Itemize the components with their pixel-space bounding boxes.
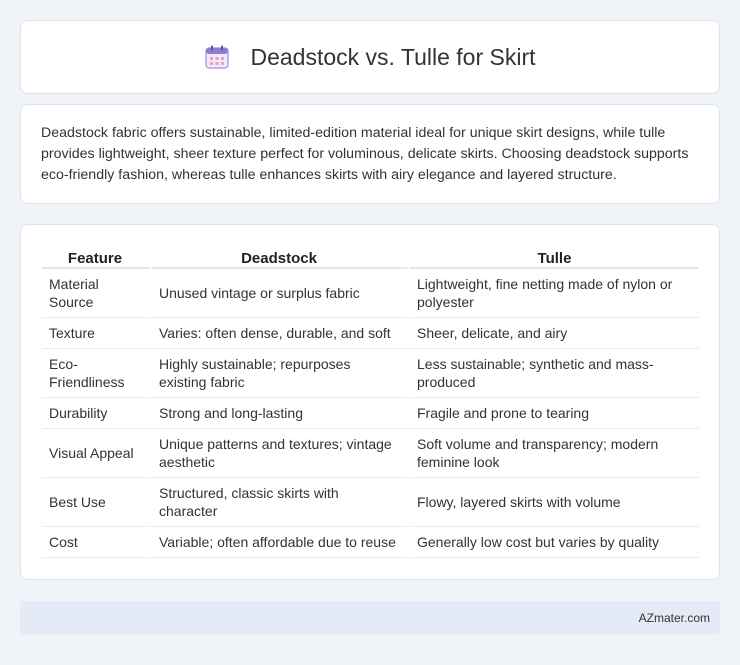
tulle-cell: Less sustainable; synthetic and mass-pro… bbox=[410, 349, 699, 398]
deadstock-cell: Highly sustainable; repurposes existing … bbox=[152, 349, 410, 398]
feature-cell: Material Source bbox=[42, 269, 152, 318]
comparison-table: Feature Deadstock Tulle Material Source … bbox=[42, 246, 699, 558]
deadstock-cell: Varies: often dense, durable, and soft bbox=[152, 318, 410, 349]
table-row: Material Source Unused vintage or surplu… bbox=[42, 269, 699, 318]
page-title: Deadstock vs. Tulle for Skirt bbox=[250, 43, 536, 70]
tulle-cell: Flowy, layered skirts with volume bbox=[410, 478, 699, 527]
table-row: Best Use Structured, classic skirts with… bbox=[42, 478, 699, 527]
footer-source: AZmater.com bbox=[638, 610, 710, 625]
table-row: Visual Appeal Unique patterns and textur… bbox=[42, 429, 699, 478]
tulle-cell: Soft volume and transparency; modern fem… bbox=[410, 429, 699, 478]
deadstock-cell: Variable; often affordable due to reuse bbox=[152, 527, 410, 558]
deadstock-cell: Unused vintage or surplus fabric bbox=[152, 269, 410, 318]
column-header-feature: Feature bbox=[42, 246, 152, 269]
description-text: Deadstock fabric offers sustainable, lim… bbox=[41, 125, 689, 183]
tulle-cell: Fragile and prone to tearing bbox=[410, 398, 699, 429]
feature-cell: Cost bbox=[42, 527, 152, 558]
feature-cell: Eco-Friendliness bbox=[42, 349, 152, 398]
feature-cell: Texture bbox=[42, 318, 152, 349]
column-header-deadstock: Deadstock bbox=[152, 246, 410, 269]
table-row: Cost Variable; often affordable due to r… bbox=[42, 527, 699, 558]
feature-cell: Best Use bbox=[42, 478, 152, 527]
tulle-cell: Sheer, delicate, and airy bbox=[410, 318, 699, 349]
column-header-tulle: Tulle bbox=[410, 246, 699, 269]
description-card: Deadstock fabric offers sustainable, lim… bbox=[20, 104, 720, 204]
deadstock-cell: Strong and long-lasting bbox=[152, 398, 410, 429]
title-card: Deadstock vs. Tulle for Skirt bbox=[20, 20, 720, 94]
table-row: Durability Strong and long-lasting Fragi… bbox=[42, 398, 699, 429]
table-row: Eco-Friendliness Highly sustainable; rep… bbox=[42, 349, 699, 398]
deadstock-cell: Unique patterns and textures; vintage ae… bbox=[152, 429, 410, 478]
tulle-cell: Generally low cost but varies by quality bbox=[410, 527, 699, 558]
calendar-icon bbox=[205, 45, 230, 69]
table-header-row: Feature Deadstock Tulle bbox=[42, 246, 699, 269]
comparison-table-card: Feature Deadstock Tulle Material Source … bbox=[20, 224, 720, 580]
table-row: Texture Varies: often dense, durable, an… bbox=[42, 318, 699, 349]
deadstock-cell: Structured, classic skirts with characte… bbox=[152, 478, 410, 527]
footer-bar: AZmater.com bbox=[20, 601, 720, 634]
feature-cell: Visual Appeal bbox=[42, 429, 152, 478]
feature-cell: Durability bbox=[42, 398, 152, 429]
tulle-cell: Lightweight, fine netting made of nylon … bbox=[410, 269, 699, 318]
